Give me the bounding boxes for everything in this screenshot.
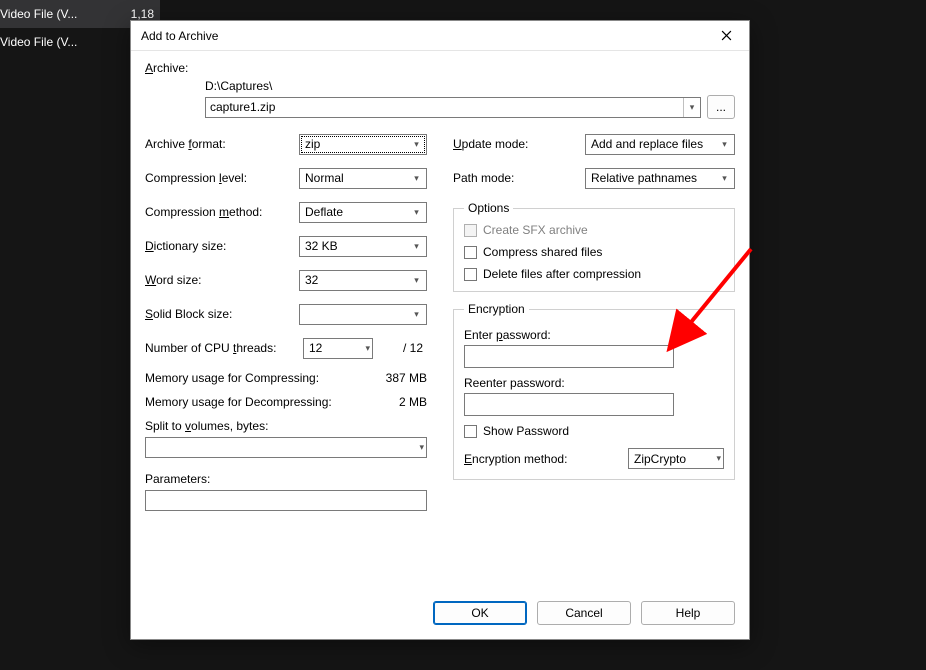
titlebar: Add to Archive	[131, 21, 749, 51]
add-to-archive-dialog: Add to Archive Archive: D:\Captures\ ▾ .…	[130, 20, 750, 640]
parameters-label: Parameters:	[145, 472, 427, 486]
chevron-down-icon: ▾	[409, 309, 424, 320]
show-password-checkbox[interactable]: Show Password	[464, 424, 724, 438]
browse-button[interactable]: ...	[707, 95, 735, 119]
cpu-threads-total: / 12	[373, 341, 427, 355]
dictionary-size-select[interactable]: 32 KB ▾	[299, 236, 427, 257]
checkbox-icon	[464, 224, 477, 237]
cpu-threads-label: Number of CPU threads:	[145, 341, 303, 355]
compress-shared-checkbox[interactable]: Compress shared files	[464, 245, 724, 259]
encryption-method-select[interactable]: ZipCrypto ▾	[628, 448, 724, 469]
parameters-input[interactable]	[145, 490, 427, 511]
split-volumes-label: Split to volumes, bytes:	[145, 419, 427, 433]
enter-password-input[interactable]	[464, 345, 674, 368]
word-size-select[interactable]: 32 ▾	[299, 270, 427, 291]
mem-compress-value: 387 MB	[386, 371, 427, 385]
split-volumes-combo[interactable]: ▾	[145, 437, 427, 458]
chevron-down-icon: ▾	[409, 139, 424, 150]
reenter-password-input[interactable]	[464, 393, 674, 416]
close-button[interactable]	[703, 21, 749, 51]
chevron-down-icon: ▾	[717, 173, 732, 184]
chevron-down-icon: ▾	[409, 173, 424, 184]
help-button[interactable]: Help	[641, 601, 735, 625]
mem-decompress-label: Memory usage for Decompressing:	[145, 395, 332, 409]
archive-format-select[interactable]: zip ▾	[299, 134, 427, 155]
delete-after-checkbox[interactable]: Delete files after compression	[464, 267, 724, 281]
chevron-down-icon[interactable]: ▾	[683, 98, 700, 117]
archive-path: D:\Captures\	[205, 79, 735, 93]
checkbox-icon	[464, 425, 477, 438]
enter-password-label: Enter password:	[464, 328, 724, 342]
compression-method-select[interactable]: Deflate ▾	[299, 202, 427, 223]
mem-decompress-value: 2 MB	[399, 395, 427, 409]
chevron-down-icon: ▾	[409, 241, 424, 252]
encryption-group: Encryption Enter password: Reenter passw…	[453, 302, 735, 480]
checkbox-icon	[464, 268, 477, 281]
mem-compress-label: Memory usage for Compressing:	[145, 371, 319, 385]
compression-level-select[interactable]: Normal ▾	[299, 168, 427, 189]
chevron-down-icon: ▾	[365, 343, 370, 354]
file-name: Video File (V...	[0, 7, 77, 21]
close-icon	[721, 30, 732, 41]
update-mode-select[interactable]: Add and replace files ▾	[585, 134, 735, 155]
chevron-down-icon: ▾	[419, 442, 424, 453]
chevron-down-icon: ▾	[717, 139, 732, 150]
word-size-label: Word size:	[145, 273, 299, 287]
cpu-threads-select[interactable]: 12 ▾	[303, 338, 373, 359]
solid-block-size-select[interactable]: ▾	[299, 304, 427, 325]
compression-level-label: Compression level:	[145, 171, 299, 185]
solid-block-size-label: Solid Block size:	[145, 307, 299, 321]
options-legend: Options	[464, 201, 513, 215]
dialog-buttons: OK Cancel Help	[131, 591, 749, 639]
chevron-down-icon: ▾	[716, 453, 721, 464]
encryption-legend: Encryption	[464, 302, 529, 316]
path-mode-select[interactable]: Relative pathnames ▾	[585, 168, 735, 189]
compression-method-label: Compression method:	[145, 205, 299, 219]
options-group: Options Create SFX archive Compress shar…	[453, 201, 735, 292]
path-mode-label: Path mode:	[453, 171, 585, 185]
archive-label: Archive:	[145, 61, 205, 75]
reenter-password-label: Reenter password:	[464, 376, 724, 390]
update-mode-label: Update mode:	[453, 137, 585, 151]
cancel-button[interactable]: Cancel	[537, 601, 631, 625]
archive-filename-input[interactable]	[206, 98, 683, 117]
create-sfx-checkbox: Create SFX archive	[464, 223, 724, 237]
dictionary-size-label: Dictionary size:	[145, 239, 299, 253]
chevron-down-icon: ▾	[409, 275, 424, 286]
ok-button[interactable]: OK	[433, 601, 527, 625]
encryption-method-label: Encryption method:	[464, 452, 618, 466]
checkbox-icon	[464, 246, 477, 259]
archive-format-label: Archive format:	[145, 137, 299, 151]
file-name: Video File (V...	[0, 35, 77, 49]
file-size: 1,18	[131, 7, 154, 21]
chevron-down-icon: ▾	[409, 207, 424, 218]
dialog-title: Add to Archive	[141, 29, 218, 43]
archive-filename-combo[interactable]: ▾	[205, 97, 701, 118]
